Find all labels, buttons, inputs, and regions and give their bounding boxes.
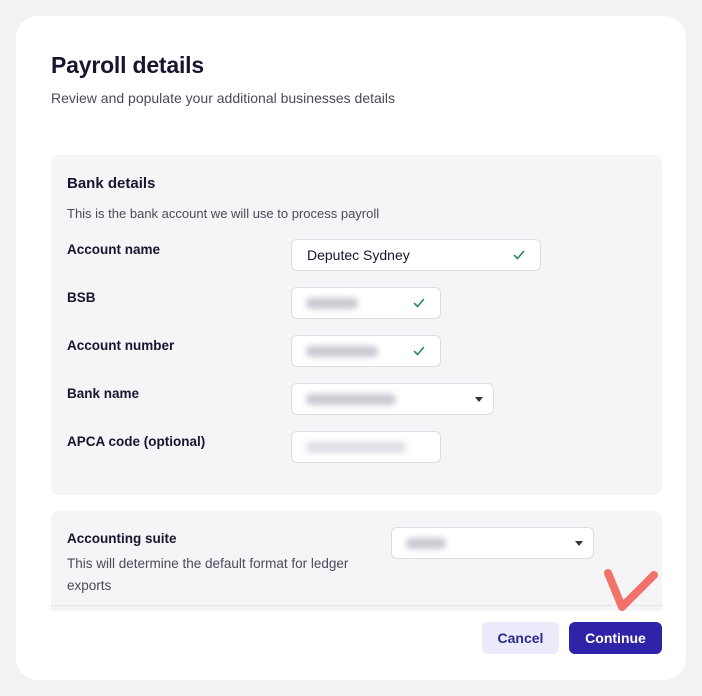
bank-name-redacted-value xyxy=(306,394,396,405)
accounting-suite-panel: Accounting suite This will determine the… xyxy=(51,511,662,611)
payroll-details-modal: Payroll details Review and populate your… xyxy=(16,16,686,680)
cancel-button[interactable]: Cancel xyxy=(482,622,559,654)
account-name-label: Account name xyxy=(67,242,161,257)
page-title: Payroll details xyxy=(51,52,204,78)
check-icon xyxy=(413,298,425,308)
bank-name-label: Bank name xyxy=(67,386,140,401)
footer-divider xyxy=(51,605,662,606)
apca-code-placeholder xyxy=(306,442,406,453)
page-subtitle: Review and populate your additional busi… xyxy=(51,90,395,106)
bsb-label: BSB xyxy=(67,290,96,305)
chevron-down-icon xyxy=(475,397,483,402)
bsb-field[interactable] xyxy=(291,287,441,319)
account-name-value: Deputec Sydney xyxy=(307,247,410,263)
accounting-suite-description: This will determine the default format f… xyxy=(67,556,349,593)
account-name-field[interactable]: Deputec Sydney xyxy=(291,239,541,271)
chevron-down-icon xyxy=(575,541,583,546)
account-number-redacted-value xyxy=(306,346,378,357)
apca-code-label: APCA code (optional) xyxy=(67,434,206,449)
check-icon xyxy=(513,250,525,260)
continue-button[interactable]: Continue xyxy=(569,622,662,654)
apca-code-input[interactable] xyxy=(291,431,441,463)
account-number-field[interactable] xyxy=(291,335,441,367)
accounting-suite-redacted-value xyxy=(406,538,446,549)
accounting-suite-label: Accounting suite xyxy=(67,531,177,546)
account-number-label: Account number xyxy=(67,338,175,353)
bank-details-title: Bank details xyxy=(67,175,156,192)
accounting-suite-select[interactable] xyxy=(391,527,594,559)
bank-details-panel: Bank details This is the bank account we… xyxy=(51,155,662,495)
checkmark-annotation-icon xyxy=(604,569,658,611)
check-icon xyxy=(413,346,425,356)
bsb-redacted-value xyxy=(306,298,358,309)
bank-details-description: This is the bank account we will use to … xyxy=(67,206,380,221)
bank-name-select[interactable] xyxy=(291,383,494,415)
